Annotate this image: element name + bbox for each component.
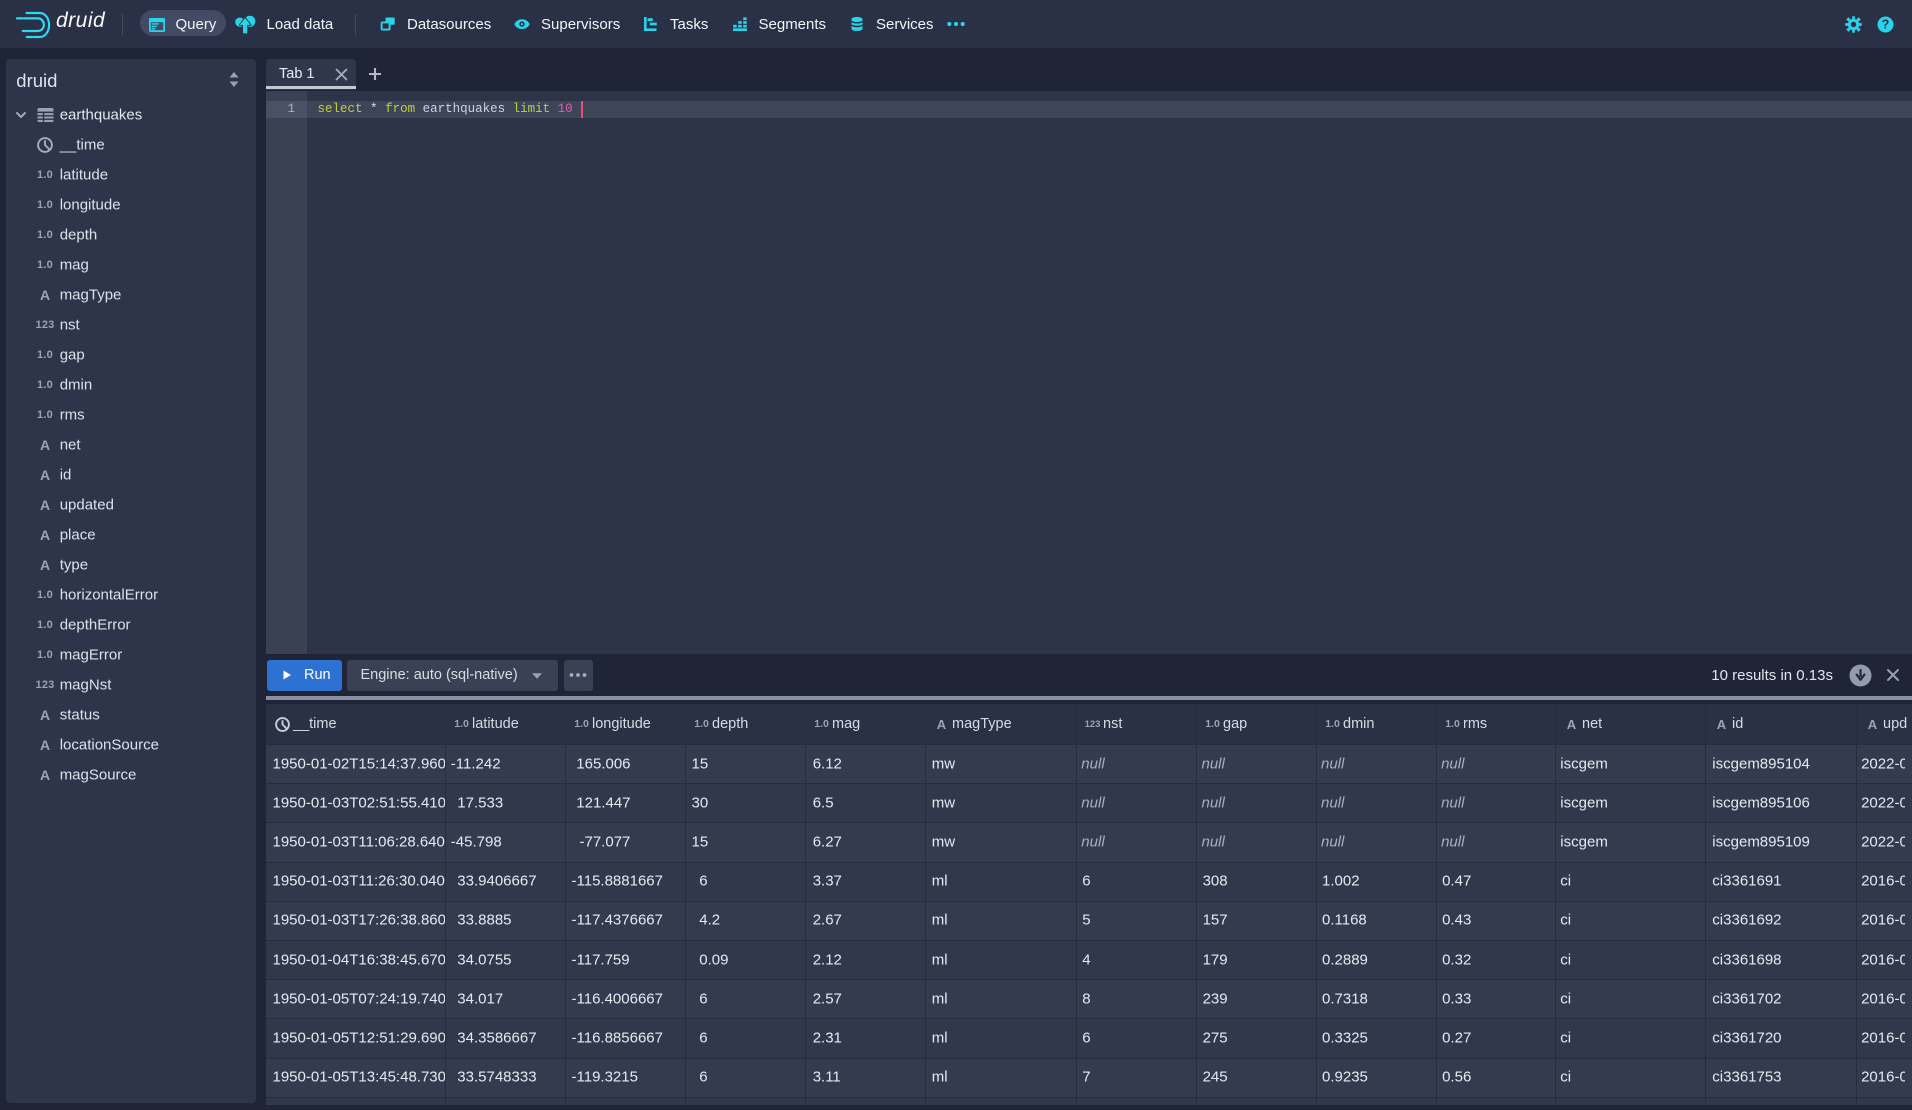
svg-text:?: ? [1882,17,1890,31]
